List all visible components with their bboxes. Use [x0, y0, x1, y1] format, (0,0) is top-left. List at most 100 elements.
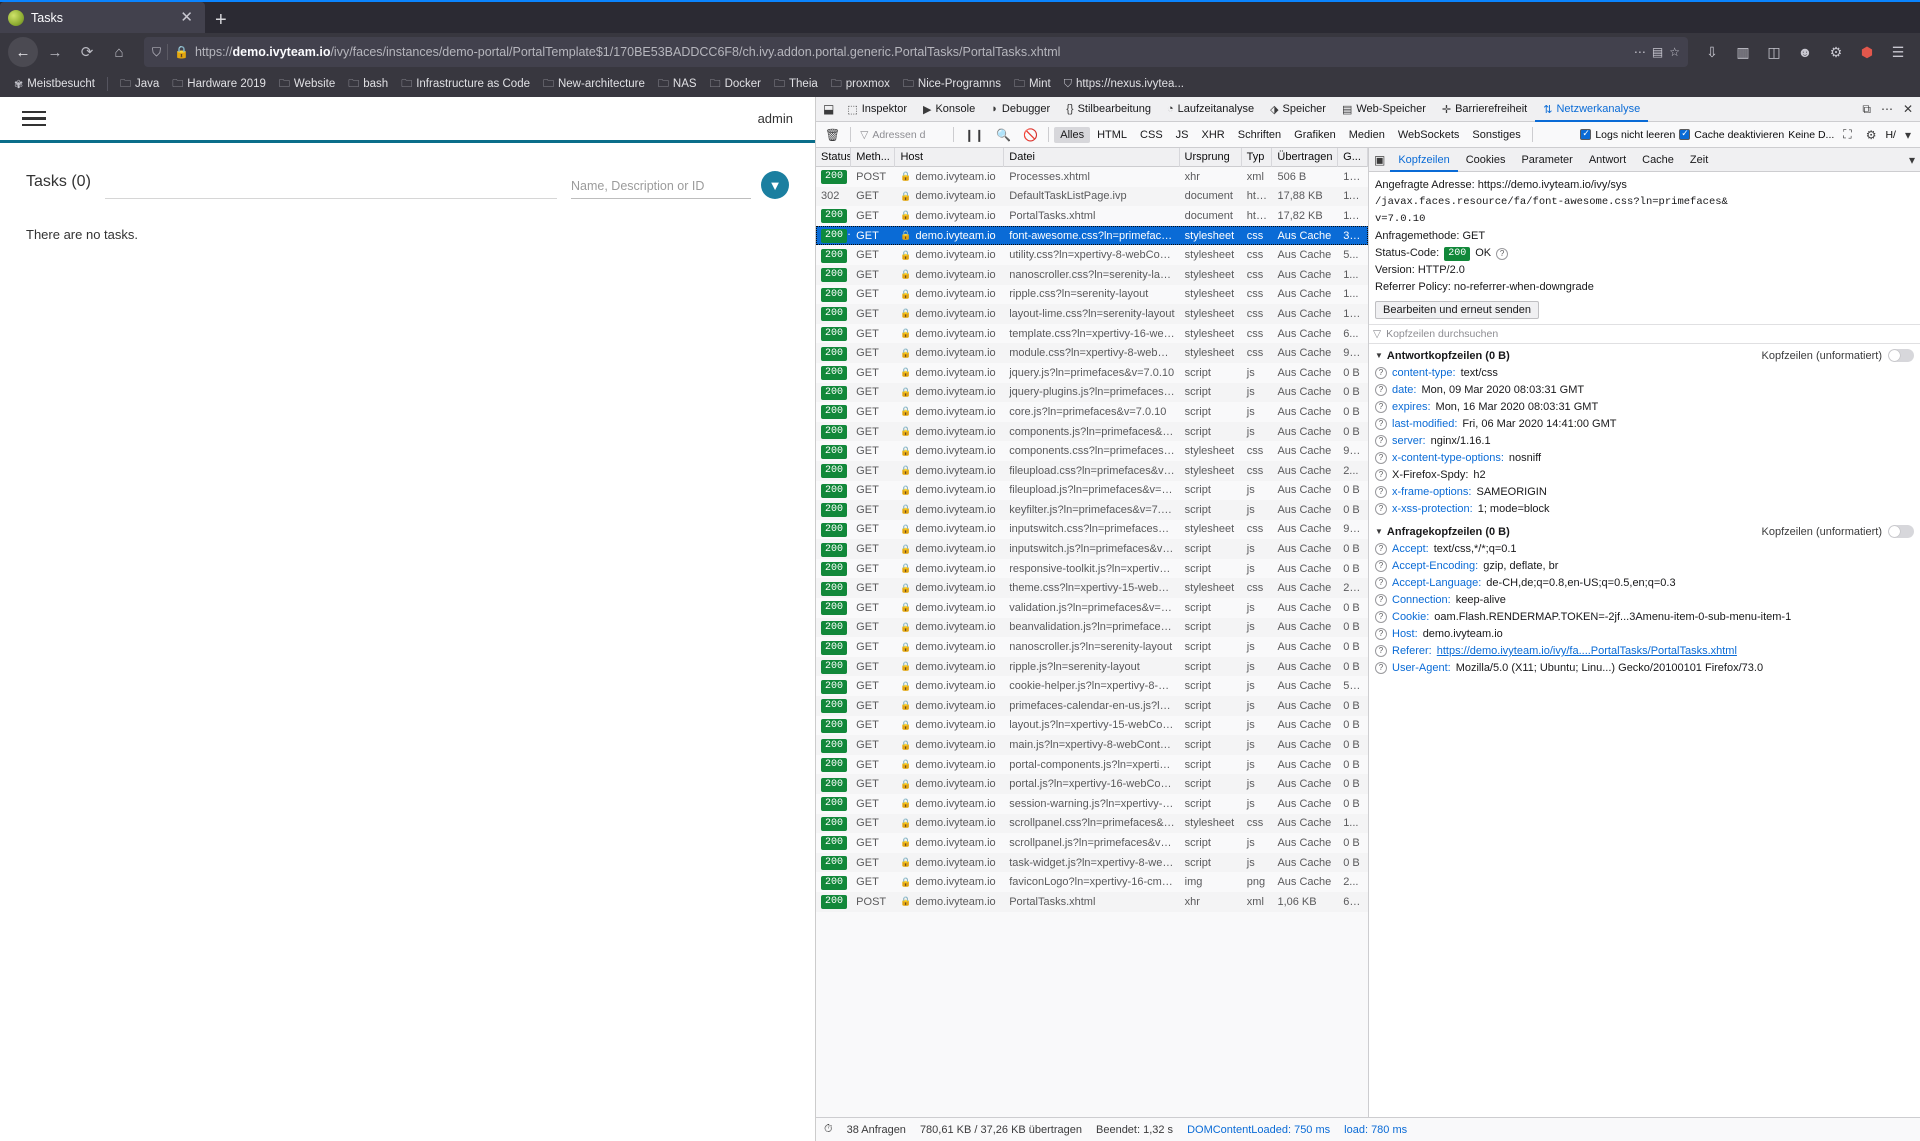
bookmark-mint[interactable]: 🗀 Mint [1008, 73, 1057, 96]
trash-icon[interactable]: 🗑 [820, 126, 845, 144]
disable-cache-checkbox[interactable] [1679, 128, 1691, 140]
bookmark-website[interactable]: 🗀 Website [273, 73, 341, 96]
help-icon[interactable]: ? [1375, 418, 1387, 430]
raw-headers-toggle[interactable] [1888, 525, 1914, 538]
table-row[interactable]: 200 GET 🔒 demo.ivyteam.io jquery.js?ln=prime… [816, 363, 1368, 383]
table-row[interactable]: 200 GET 🔒 demo.ivyteam.io faviconLogo?ln=xpe… [816, 872, 1368, 892]
filter-chip-alles[interactable]: Alles [1054, 126, 1091, 143]
table-row[interactable]: 200 GET 🔒 demo.ivyteam.io theme.css?ln=xpert… [816, 578, 1368, 599]
save-to-pocket-icon[interactable]: ⇩ [1698, 38, 1726, 66]
help-icon[interactable]: ? [1375, 503, 1387, 515]
details-tab-zeit[interactable]: Zeit [1682, 148, 1716, 172]
tab-inspektor[interactable]: ⬚ Inspektor [839, 97, 915, 122]
filter-chip-grafiken[interactable]: Grafiken [1288, 127, 1342, 143]
gear-icon[interactable]: ⚙ [1861, 126, 1882, 144]
table-row[interactable]: 200 GET 🔒 demo.ivyteam.io scrollpanel.js?ln=… [816, 833, 1368, 853]
request-headers-section[interactable]: ▼ Anfragekopfzeilen (0 B) Kopfzeilen (un… [1375, 522, 1914, 541]
throttle-select[interactable]: Keine D... [1788, 129, 1834, 141]
forward-button[interactable]: → [40, 37, 70, 67]
user-label[interactable]: admin [758, 111, 793, 126]
help-icon[interactable]: ? [1375, 401, 1387, 413]
table-row[interactable]: 200 GET 🔒 demo.ivyteam.io task-widget.js?ln=… [816, 852, 1368, 873]
table-row[interactable]: 200 GET 🔒 demo.ivyteam.io portal-components.… [816, 755, 1368, 775]
table-row[interactable]: 200 GET 🔒 demo.ivyteam.io ripple.css?ln=sere… [816, 285, 1368, 305]
table-row[interactable]: 200 GET 🔒 demo.ivyteam.io scrollpanel.css?ln… [816, 813, 1368, 834]
filter-chip-xhr[interactable]: XHR [1196, 127, 1231, 143]
browser-tab[interactable]: Tasks ✕ [0, 2, 205, 33]
help-icon[interactable]: ? [1375, 611, 1387, 623]
details-tab-parameter[interactable]: Parameter [1513, 148, 1580, 172]
extensions-icon[interactable]: ⚙ [1822, 38, 1850, 66]
details-tab-cache[interactable]: Cache [1634, 148, 1682, 172]
dock-label[interactable]: H/ [1885, 129, 1896, 141]
lock-icon[interactable]: 🔒 [174, 45, 189, 59]
column-header[interactable]: Meth... [851, 147, 896, 167]
help-icon[interactable]: ? [1375, 662, 1387, 674]
table-row[interactable]: 302 GET 🔒 demo.ivyteam.io DefaultTaskListPag… [816, 186, 1368, 207]
bookmark-infrastructure-as-code[interactable]: 🗀 Infrastructure as Code [395, 73, 536, 96]
bookmark-docker[interactable]: 🗀 Docker [704, 73, 767, 96]
close-icon[interactable]: ✕ [176, 10, 197, 25]
bookmark-java[interactable]: 🗀 Java [114, 73, 165, 96]
table-row[interactable]: 200 GET 🔒 demo.ivyteam.io responsive-toolkit… [816, 559, 1368, 579]
devtools-close-icon[interactable]: ✕ [1898, 102, 1918, 116]
filter-chip-websockets[interactable]: WebSockets [1392, 127, 1466, 143]
raw-headers-toggle[interactable] [1888, 349, 1914, 362]
play-icon[interactable]: ▣ [1369, 153, 1390, 167]
column-header[interactable]: Übertragen [1272, 147, 1339, 167]
account-icon[interactable]: ☻ [1791, 38, 1819, 66]
table-row[interactable]: 200 GET 🔒 demo.ivyteam.io session-warning.js… [816, 794, 1368, 814]
details-tab-cookies[interactable]: Cookies [1458, 148, 1514, 172]
url-bar[interactable]: ⛉ 🔒 https://demo.ivyteam.io/ivy/faces/in… [144, 37, 1688, 67]
filter-chip-medien[interactable]: Medien [1343, 127, 1391, 143]
filter-chip-sonstiges[interactable]: Sonstiges [1466, 127, 1526, 143]
table-row[interactable]: 200 GET 🔒 demo.ivyteam.io inputswitch.css?ln… [816, 520, 1368, 540]
back-button[interactable]: ← [8, 37, 38, 67]
tab-netzwerkanalyse[interactable]: ⇅ Netzwerkanalyse [1535, 97, 1648, 122]
page-actions-icon[interactable]: ⋯ [1634, 45, 1646, 59]
bookmark-bash[interactable]: 🗀 bash [342, 73, 394, 96]
help-icon[interactable]: ? [1375, 367, 1387, 379]
filter-chip-html[interactable]: HTML [1091, 127, 1133, 143]
table-row[interactable]: 200 GET 🔒 demo.ivyteam.io inputswitch.js?ln=… [816, 539, 1368, 559]
home-button[interactable]: ⌂ [104, 37, 134, 67]
bookmark-proxmox[interactable]: 🗀 proxmox [825, 73, 896, 96]
table-row[interactable]: 200 GET 🔒 demo.ivyteam.io portal.js?ln=xpert… [816, 774, 1368, 794]
column-header[interactable]: Status [816, 147, 852, 167]
table-row[interactable]: 200 POST 🔒 demo.ivyteam.io Processes.xhtml xh… [816, 167, 1368, 187]
filter-icon[interactable]: ▼ [761, 171, 789, 199]
filter-chip-css[interactable]: CSS [1134, 127, 1169, 143]
tab-konsole[interactable]: ▶ Konsole [915, 97, 983, 122]
bookmark-theia[interactable]: 🗀 Theia [768, 73, 824, 96]
help-icon[interactable]: ? [1375, 594, 1387, 606]
table-row[interactable]: 200 GET 🔒 demo.ivyteam.io validation.js?ln=p… [816, 598, 1368, 618]
bookmark-new-architecture[interactable]: 🗀 New-architecture [537, 73, 651, 96]
tab-debugger[interactable]: ◗ Debugger [983, 97, 1058, 122]
table-row[interactable]: 200 GET 🔒 demo.ivyteam.io layout-lime.css?ln… [816, 304, 1368, 324]
persist-logs-checkbox[interactable] [1580, 128, 1592, 140]
table-row[interactable]: 200 GET 🔒 demo.ivyteam.io beanvalidation.js?… [816, 617, 1368, 638]
help-icon[interactable]: ? [1375, 469, 1387, 481]
menu-hamburger-icon[interactable] [22, 110, 46, 127]
table-row[interactable]: 200 GET 🔒 demo.ivyteam.io utility.css?ln=xpe… [816, 245, 1368, 265]
tab-speicher[interactable]: ⬗ Speicher [1262, 97, 1334, 122]
devtools-menu-icon[interactable]: ⋯ [1876, 102, 1898, 116]
tab-laufzeitanalyse[interactable]: ◔ Laufzeitanalyse [1159, 97, 1262, 122]
column-header[interactable]: Ursprung [1180, 147, 1242, 167]
pick-element-icon[interactable]: ⬓ [818, 102, 839, 116]
task-search-input[interactable]: Name, Description or ID [571, 179, 751, 199]
column-header[interactable]: Host [895, 147, 1005, 167]
headers-search-input[interactable]: ▽ Kopfzeilen durchsuchen [1369, 324, 1920, 344]
help-icon[interactable]: ? [1496, 248, 1509, 260]
column-header[interactable]: Typ [1242, 147, 1273, 167]
sidebar-icon[interactable]: ◫ [1760, 38, 1788, 66]
table-row[interactable]: 200 GET 🔒 demo.ivyteam.io layout.js?ln=xpert… [816, 716, 1368, 736]
devtools-icon[interactable]: ⬢ [1853, 38, 1881, 66]
chevron-down-icon[interactable]: ▾ [1904, 153, 1920, 167]
help-icon[interactable]: ? [1375, 645, 1387, 657]
table-row[interactable]: 200 GET 🔒 demo.ivyteam.io nanoscroller.css?l… [816, 264, 1368, 285]
filter-chip-schriften[interactable]: Schriften [1232, 127, 1287, 143]
table-row[interactable]: 200 GET 🔒 demo.ivyteam.io fileupload.css?ln=… [816, 460, 1368, 481]
table-row[interactable]: 200 GET 🔒 demo.ivyteam.io primefaces-calenda… [816, 696, 1368, 716]
table-row[interactable]: 200 GET 🔒 demo.ivyteam.io components.css?ln=… [816, 441, 1368, 461]
